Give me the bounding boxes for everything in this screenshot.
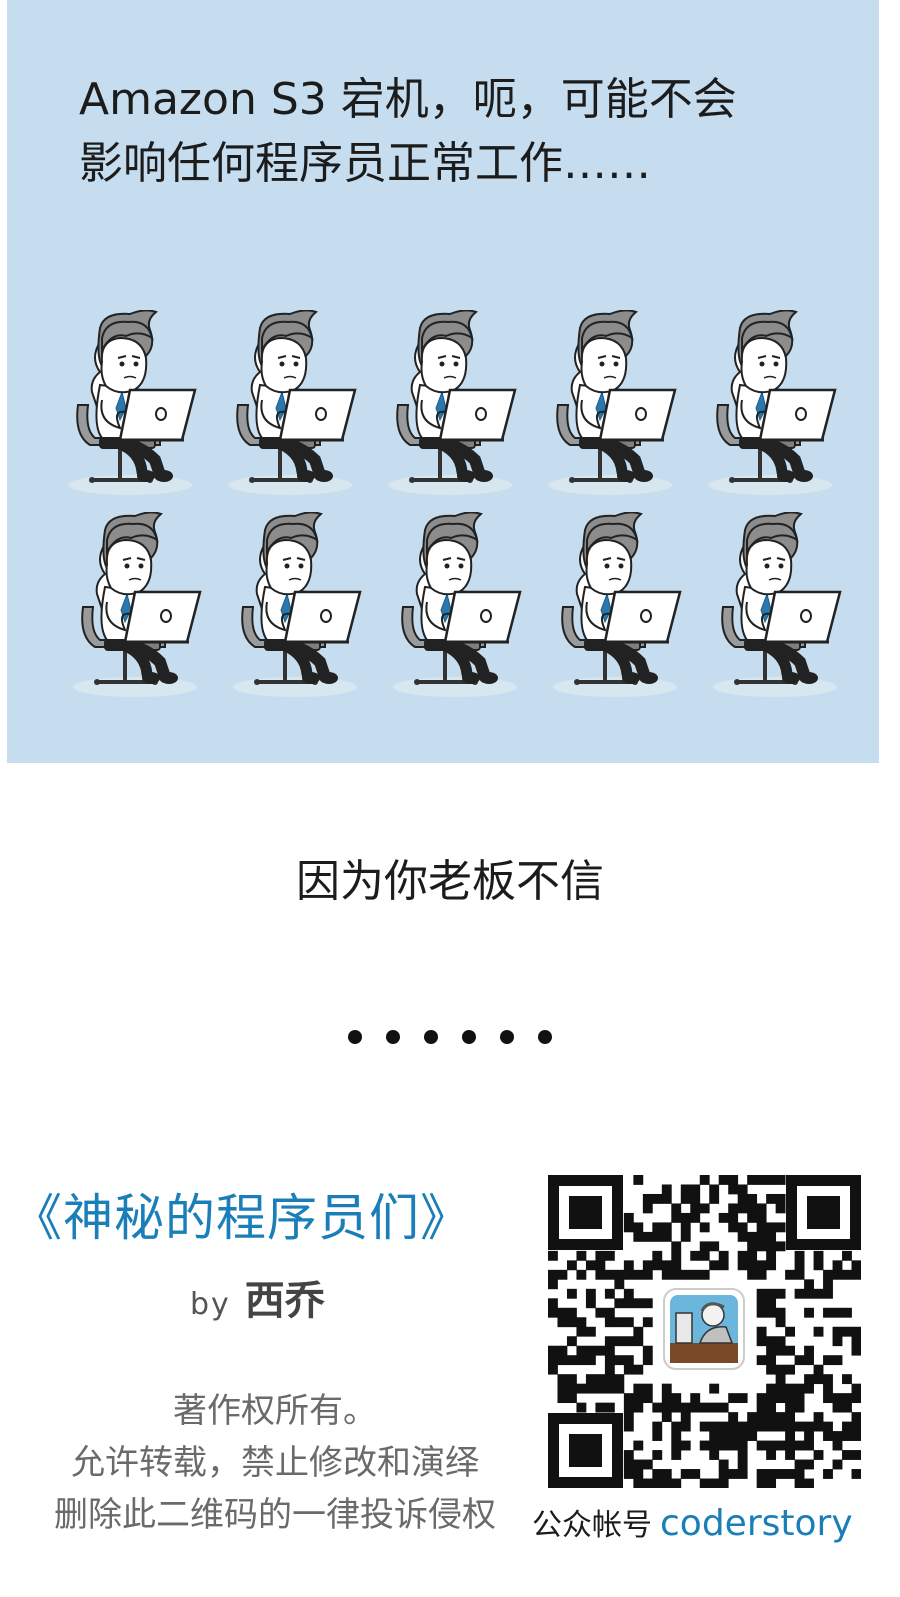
programmer-figure bbox=[225, 512, 375, 702]
programmer-figure bbox=[65, 512, 215, 702]
programmer-figure bbox=[380, 310, 530, 500]
dot bbox=[538, 1030, 552, 1044]
byline: by 西乔 bbox=[190, 1268, 325, 1326]
programmer-figure bbox=[705, 512, 855, 702]
byline-by: by bbox=[190, 1287, 231, 1322]
programmer-figure bbox=[220, 310, 370, 500]
qr-code[interactable] bbox=[548, 1175, 861, 1488]
account-label: 公众帐号 bbox=[532, 1508, 652, 1543]
book-title: 《神秘的程序员们》 bbox=[12, 1189, 471, 1247]
author-name: 西乔 bbox=[244, 1278, 325, 1324]
copyright-line-2: 允许转载，禁止修改和演绎 bbox=[71, 1443, 479, 1483]
account-handle[interactable]: coderstory bbox=[660, 1503, 853, 1544]
dot-separator bbox=[0, 1030, 900, 1044]
copyright-line-1: 著作权所有。 bbox=[173, 1391, 377, 1431]
dot bbox=[500, 1030, 514, 1044]
programmer-figure bbox=[700, 310, 850, 500]
programmer-figure bbox=[545, 512, 695, 702]
punchline-text: 因为你老板不信 bbox=[296, 856, 604, 907]
qr-avatar-logo bbox=[663, 1288, 745, 1370]
programmer-figure bbox=[385, 512, 535, 702]
dot bbox=[462, 1030, 476, 1044]
dot bbox=[424, 1030, 438, 1044]
copyright-line-3: 删除此二维码的一律投诉侵权 bbox=[54, 1495, 496, 1535]
caption-line-2: 影响任何程序员正常工作…… bbox=[79, 138, 651, 189]
programmer-figure bbox=[60, 310, 210, 500]
programmer-figure bbox=[540, 310, 690, 500]
caption-line-1: Amazon S3 宕机，呃，可能不会 bbox=[79, 74, 737, 125]
dot bbox=[386, 1030, 400, 1044]
copyright-notice: 著作权所有。 允许转载，禁止修改和演绎 删除此二维码的一律投诉侵权 bbox=[20, 1385, 530, 1541]
comic-caption: Amazon S3 宕机，呃，可能不会 影响任何程序员正常工作…… bbox=[79, 68, 839, 196]
account-line: 公众帐号 coderstory bbox=[532, 1500, 853, 1544]
dot bbox=[348, 1030, 362, 1044]
